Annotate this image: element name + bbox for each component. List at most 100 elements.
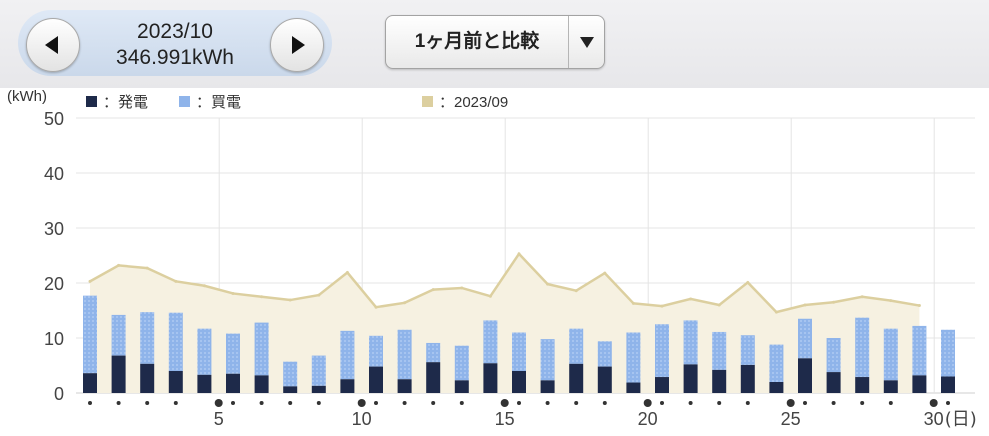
x-axis-day-suffix: (日) bbox=[945, 409, 977, 430]
day-marker bbox=[88, 401, 92, 405]
day-marker bbox=[860, 401, 865, 405]
bar-generation bbox=[597, 366, 612, 393]
bar-generation bbox=[140, 363, 155, 393]
previous-month-point bbox=[917, 304, 921, 308]
bar-purchase bbox=[283, 361, 298, 387]
previous-month-point bbox=[517, 252, 521, 256]
previous-month-point bbox=[202, 284, 206, 288]
day-marker bbox=[431, 401, 436, 405]
bar-purchase bbox=[340, 330, 355, 380]
bar-purchase bbox=[254, 322, 269, 376]
bar-purchase bbox=[111, 314, 126, 356]
bar-generation bbox=[683, 364, 698, 393]
previous-month-point bbox=[832, 300, 836, 304]
y-tick-label: 0 bbox=[54, 384, 64, 404]
bar-purchase bbox=[226, 333, 240, 374]
bar-generation bbox=[283, 386, 298, 393]
day-marker bbox=[231, 401, 235, 405]
x-tick-label: 15 bbox=[495, 409, 515, 429]
bar-generation bbox=[512, 371, 526, 393]
previous-month-point bbox=[317, 293, 321, 297]
bar-generation bbox=[769, 382, 784, 393]
bar-purchase bbox=[369, 335, 383, 367]
bar-purchase bbox=[83, 295, 97, 374]
bar-generation bbox=[168, 371, 183, 393]
bar-purchase bbox=[540, 339, 555, 381]
x-tick-label: 30 bbox=[924, 409, 944, 429]
previous-month-point bbox=[231, 291, 235, 295]
day-marker bbox=[803, 401, 807, 405]
bar-purchase bbox=[168, 312, 183, 371]
previous-month-point bbox=[460, 286, 464, 290]
bar-generation bbox=[569, 363, 584, 393]
bar-generation bbox=[426, 362, 441, 393]
previous-month-point bbox=[603, 271, 607, 275]
day-marker bbox=[745, 401, 750, 405]
previous-month-point bbox=[803, 303, 807, 307]
bar-generation bbox=[883, 380, 898, 393]
day-marker bbox=[357, 399, 366, 407]
previous-month-point bbox=[631, 301, 635, 305]
bar-purchase bbox=[683, 320, 698, 365]
y-tick-label: 10 bbox=[44, 329, 64, 349]
bar-generation bbox=[912, 375, 927, 393]
bar-generation bbox=[712, 369, 727, 393]
previous-month-point bbox=[88, 279, 92, 283]
bar-purchase bbox=[883, 328, 898, 381]
bar-generation bbox=[626, 382, 641, 393]
day-marker bbox=[214, 399, 223, 407]
y-tick-label: 40 bbox=[44, 164, 64, 184]
day-marker bbox=[929, 399, 938, 407]
bar-purchase bbox=[941, 329, 955, 377]
bar-purchase bbox=[311, 355, 326, 386]
bar-purchase bbox=[655, 324, 669, 378]
previous-month-point bbox=[174, 279, 178, 283]
previous-month-point bbox=[145, 266, 149, 270]
bar-generation bbox=[826, 372, 841, 393]
day-marker bbox=[517, 401, 521, 405]
day-marker bbox=[946, 401, 950, 405]
bar-purchase bbox=[855, 317, 870, 378]
day-marker bbox=[116, 401, 121, 405]
bar-generation bbox=[740, 364, 755, 393]
x-tick-label: 25 bbox=[781, 409, 801, 429]
day-marker bbox=[660, 401, 664, 405]
x-tick-label: 20 bbox=[638, 409, 658, 429]
bar-purchase bbox=[597, 341, 612, 367]
day-marker bbox=[402, 401, 407, 405]
day-marker bbox=[786, 399, 795, 407]
previous-month-point bbox=[574, 289, 578, 293]
bar-purchase bbox=[397, 329, 412, 380]
bar-generation bbox=[254, 375, 269, 393]
previous-month-point bbox=[774, 310, 778, 314]
day-marker bbox=[316, 401, 321, 405]
previous-month-point bbox=[431, 288, 435, 292]
bar-purchase bbox=[912, 325, 927, 376]
bar-purchase bbox=[512, 332, 526, 371]
day-marker bbox=[259, 401, 264, 405]
bar-generation bbox=[197, 374, 212, 393]
bar-generation bbox=[311, 385, 326, 393]
bar-generation bbox=[397, 379, 412, 393]
x-tick-label: 10 bbox=[352, 409, 372, 429]
bar-generation bbox=[855, 377, 870, 393]
bar-purchase bbox=[740, 335, 755, 365]
day-marker bbox=[688, 401, 693, 405]
previous-month-point bbox=[546, 282, 550, 286]
bar-generation bbox=[454, 380, 469, 393]
bar-generation bbox=[798, 358, 812, 393]
previous-month-point bbox=[660, 304, 664, 308]
bar-generation bbox=[83, 373, 97, 393]
day-marker bbox=[145, 401, 150, 405]
bar-purchase bbox=[712, 331, 727, 370]
previous-month-point bbox=[345, 271, 349, 275]
day-marker bbox=[574, 401, 579, 405]
previous-month-point bbox=[117, 263, 121, 267]
previous-month-point bbox=[889, 299, 893, 303]
bar-generation bbox=[340, 379, 355, 393]
bar-generation bbox=[111, 355, 126, 393]
bar-generation bbox=[941, 376, 955, 393]
day-marker bbox=[500, 399, 509, 407]
previous-month-point bbox=[488, 294, 492, 298]
bar-purchase bbox=[426, 342, 441, 363]
